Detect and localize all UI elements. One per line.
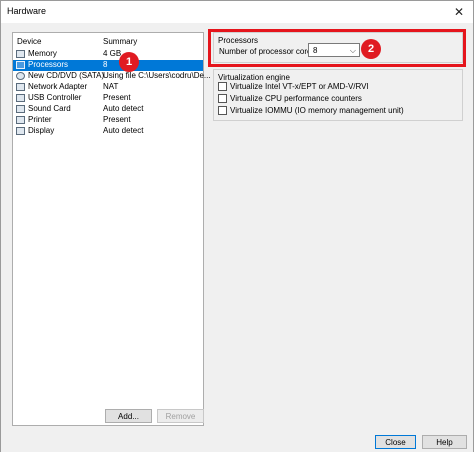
device-row-printer[interactable]: Printer Present — [13, 115, 203, 126]
device-summary: NAT — [103, 82, 119, 91]
add-device-button[interactable]: Add... — [105, 409, 152, 423]
device-name: USB Controller — [28, 93, 82, 102]
cpu-counters-checkbox[interactable] — [218, 94, 227, 103]
annotation-highlight-2 — [208, 29, 466, 67]
network-adapter-icon — [16, 83, 25, 91]
device-row-sound-card[interactable]: Sound Card Auto detect — [13, 104, 203, 115]
summary-column-header[interactable]: Summary — [103, 37, 137, 46]
close-button[interactable]: Close — [375, 435, 416, 449]
device-row-cd-dvd[interactable]: New CD/DVD (SATA) Using file C:\Users\co… — [13, 71, 211, 82]
device-summary: 4 GB — [103, 49, 122, 58]
vtx-checkbox[interactable] — [218, 82, 227, 91]
device-name: Sound Card — [28, 104, 71, 113]
device-row-memory[interactable]: Memory 4 GB — [13, 49, 203, 60]
device-name: Printer — [28, 115, 52, 124]
device-summary: Present — [103, 93, 131, 102]
title-bar: Hardware ✕ — [1, 1, 473, 23]
device-summary: Present — [103, 115, 131, 124]
device-column-header[interactable]: Device — [17, 37, 41, 46]
usb-icon — [16, 94, 25, 102]
cpu-counters-label: Virtualize CPU performance counters — [230, 94, 362, 103]
processor-icon — [16, 61, 25, 69]
close-icon[interactable]: ✕ — [445, 1, 473, 23]
device-row-usb-controller[interactable]: USB Controller Present — [13, 93, 203, 104]
remove-device-button[interactable]: Remove — [157, 409, 204, 423]
hardware-dialog: Hardware ✕ Device Summary Memory 4 GB Pr… — [0, 0, 474, 452]
device-row-processors[interactable]: Processors 8 — [13, 60, 203, 71]
device-name: Memory — [28, 49, 57, 58]
memory-icon — [16, 50, 25, 58]
device-summary: Auto detect — [103, 126, 144, 135]
device-list: Device Summary Memory 4 GB Processors 8 … — [12, 32, 211, 426]
device-row-display[interactable]: Display Auto detect — [13, 126, 203, 137]
device-name: Processors — [28, 60, 69, 69]
device-row-network-adapter[interactable]: Network Adapter NAT — [13, 82, 203, 93]
device-summary: Using file C:\Users\codru\De... — [103, 71, 211, 80]
display-icon — [16, 127, 25, 135]
device-name: New CD/DVD (SATA) — [28, 71, 105, 80]
window-title: Hardware — [7, 6, 47, 16]
printer-icon — [16, 116, 25, 124]
annotation-badge-2: 2 — [361, 39, 381, 59]
cd-dvd-icon — [16, 72, 25, 80]
help-button[interactable]: Help — [422, 435, 467, 449]
device-name: Network Adapter — [28, 82, 88, 91]
iommu-label: Virtualize IOMMU (IO memory management u… — [230, 106, 404, 115]
vtx-label: Virtualize Intel VT-x/EPT or AMD-V/RVI — [230, 82, 369, 91]
device-name: Display — [28, 126, 55, 135]
iommu-checkbox[interactable] — [218, 106, 227, 115]
virtualization-group-title: Virtualization engine — [218, 73, 290, 82]
annotation-badge-1: 1 — [119, 52, 139, 72]
speaker-icon — [16, 105, 25, 113]
device-summary: 8 — [103, 60, 108, 69]
device-summary: Auto detect — [103, 104, 144, 113]
